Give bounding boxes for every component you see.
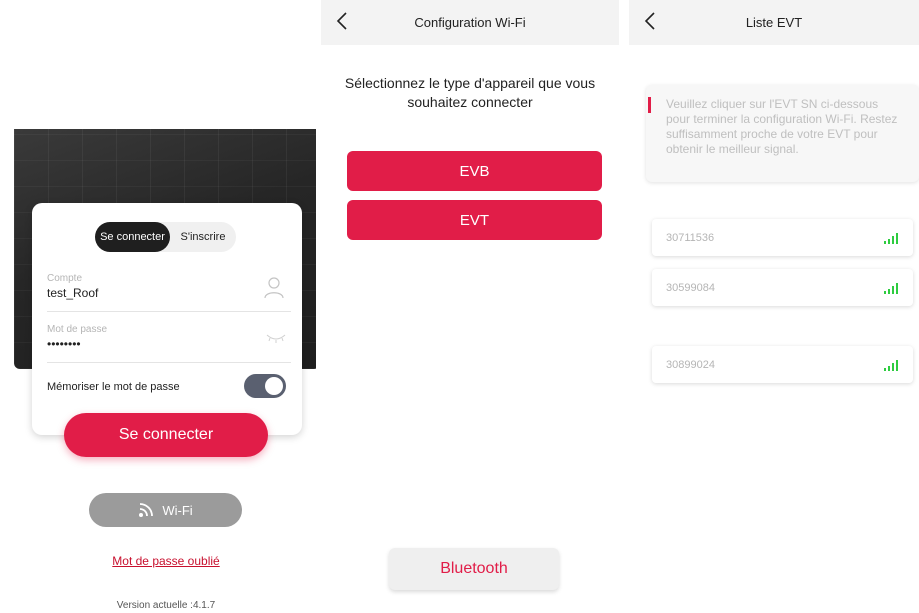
- signal-strength-icon: [884, 233, 898, 244]
- evb-button[interactable]: EVB: [347, 151, 602, 191]
- device-item[interactable]: 30599084: [652, 269, 913, 306]
- evt-list-screen: Liste EVT Veuillez cliquer sur l'EVT SN …: [629, 0, 919, 613]
- divider: [47, 362, 291, 363]
- device-serial: 30711536: [666, 231, 715, 244]
- account-label: Compte: [47, 273, 83, 284]
- header: Configuration Wi-Fi: [321, 0, 619, 45]
- forgot-password-link[interactable]: Mot de passe oublié: [0, 554, 316, 568]
- wifi-icon: [139, 503, 154, 517]
- page-title: Liste EVT: [745, 15, 803, 30]
- auth-mode-switch: Se connecter S'inscrire: [95, 222, 236, 252]
- password-field[interactable]: Mot de passe ••••••••: [47, 324, 291, 351]
- page-title: Configuration Wi-Fi: [414, 15, 526, 30]
- info-notice: Veuillez cliquer sur l'EVT SN ci-dessous…: [646, 85, 919, 182]
- chevron-left-icon[interactable]: [331, 9, 355, 33]
- device-serial: 30599084: [666, 281, 715, 294]
- signal-strength-icon: [884, 283, 898, 294]
- toggle-knob: [265, 377, 283, 395]
- tab-login[interactable]: Se connecter: [95, 222, 170, 252]
- remember-password-toggle[interactable]: [244, 374, 286, 398]
- device-item[interactable]: 30711536: [652, 219, 913, 256]
- tab-register[interactable]: S'inscrire: [170, 222, 236, 252]
- wifi-button-label: Wi-Fi: [162, 502, 193, 518]
- login-screen: Se connecter S'inscrire Compte test_Roof…: [0, 0, 316, 613]
- wifi-config-screen: Configuration Wi-Fi Sélectionnez le type…: [321, 0, 619, 613]
- divider: [47, 311, 291, 312]
- user-icon: [264, 277, 284, 299]
- login-button[interactable]: Se connecter: [64, 413, 268, 457]
- chevron-left-icon[interactable]: [639, 9, 663, 33]
- remember-password-label: Mémoriser le mot de passe: [47, 381, 180, 393]
- device-item[interactable]: 30899024: [652, 346, 913, 383]
- wifi-button[interactable]: Wi-Fi: [89, 493, 242, 527]
- login-card: Se connecter S'inscrire Compte test_Roof…: [32, 203, 302, 435]
- account-input[interactable]: test_Roof: [47, 286, 291, 300]
- bluetooth-button[interactable]: Bluetooth: [389, 548, 559, 590]
- account-field[interactable]: Compte test_Roof: [47, 273, 291, 300]
- device-serial: 30899024: [666, 358, 715, 371]
- info-text: Veuillez cliquer sur l'EVT SN ci-dessous…: [666, 97, 898, 156]
- signal-strength-icon: [884, 360, 898, 371]
- header: Liste EVT: [629, 0, 919, 45]
- evt-button[interactable]: EVT: [347, 200, 602, 240]
- eye-closed-icon[interactable]: [265, 332, 287, 344]
- device-type-prompt: Sélectionnez le type d'appareil que vous…: [344, 75, 596, 110]
- password-input[interactable]: ••••••••: [47, 337, 291, 351]
- accent-bar: [648, 97, 651, 113]
- password-label: Mot de passe: [47, 324, 108, 335]
- app-version: Version actuelle :4.1.7: [116, 600, 216, 611]
